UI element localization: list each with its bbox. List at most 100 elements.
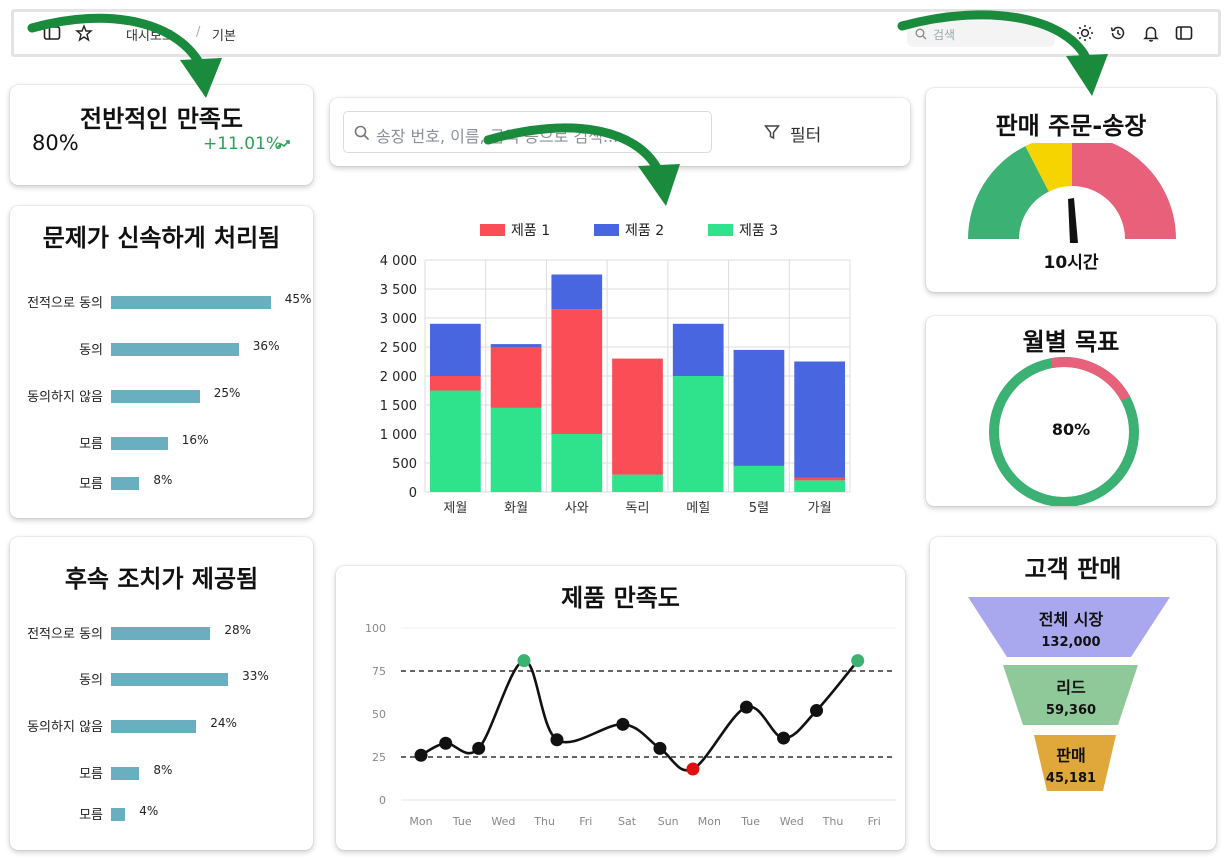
bar-segment[interactable]: [490, 347, 542, 408]
followup-card: 후속 조치가 제공됨 전적으로 동의 28% 동의 33% 동의하지 않음 24% 모름 8%…: [10, 537, 313, 850]
legend-label[interactable]: 제품 3: [739, 223, 778, 239]
data-point[interactable]: [472, 741, 486, 755]
legend-swatch[interactable]: [708, 224, 733, 236]
bar-segment[interactable]: [551, 309, 603, 434]
bar-segment[interactable]: [794, 477, 845, 481]
x-tick-label: Thu: [822, 815, 844, 828]
resolved-row-label: 동의하지 않음: [27, 390, 103, 405]
star-icon[interactable]: [75, 24, 93, 42]
bar-segment[interactable]: [672, 323, 724, 376]
data-point[interactable]: [517, 654, 531, 668]
breadcrumb-parent[interactable]: 대시보드: [126, 25, 174, 44]
bar-segment[interactable]: [672, 376, 724, 492]
followup-row-percent: 24%: [210, 716, 237, 730]
resolved-row-percent: 16%: [181, 433, 209, 447]
followup-row-bar: [111, 720, 197, 733]
resolved-title: 문제가 신속하게 처리됨: [42, 224, 281, 252]
followup-row-bar: [111, 627, 211, 640]
bar-segment[interactable]: [733, 349, 785, 466]
data-point[interactable]: [810, 704, 824, 718]
data-point[interactable]: [739, 700, 753, 714]
legend-swatch[interactable]: [594, 224, 619, 236]
bar-segment[interactable]: [794, 480, 845, 492]
x-tick-label: 메힐: [686, 501, 710, 516]
x-tick-label: Thu: [533, 815, 555, 828]
followup-row: 전적으로 동의 28%: [10, 621, 313, 645]
bar-segment[interactable]: [794, 361, 845, 478]
x-tick-label: Fri: [868, 815, 881, 828]
sales-funnel: 전체 시장 132,000 리드 59,360 판매 45,181: [968, 597, 1170, 791]
panel-icon[interactable]: [1175, 24, 1193, 42]
legend-label[interactable]: 제품 1: [511, 223, 550, 239]
resolved-row-label: 모름: [79, 477, 103, 492]
data-point[interactable]: [777, 731, 791, 745]
monthly-goal-title: 월별 목표: [1022, 328, 1120, 356]
bar-segment[interactable]: [430, 390, 481, 493]
topbar-search-input[interactable]: 검색: [907, 21, 1055, 47]
y-tick-label: 4 000: [380, 254, 417, 269]
resolved-row-bar: [111, 343, 239, 356]
data-point[interactable]: [653, 741, 667, 755]
data-point[interactable]: [414, 748, 428, 762]
bar-segment[interactable]: [612, 358, 663, 475]
bar-segment[interactable]: [612, 474, 663, 492]
followup-row-bar: [111, 808, 126, 821]
x-tick-label: 제월: [443, 501, 467, 516]
product-satisfaction-title: 제품 만족도: [561, 584, 680, 612]
satisfaction-title: 전반적인 만족도: [80, 105, 243, 133]
bar-segment[interactable]: [551, 274, 603, 310]
funnel-stage-value: 45,181: [1046, 771, 1096, 786]
bell-icon[interactable]: [1142, 24, 1160, 42]
y-tick-label: 0: [379, 794, 386, 807]
data-point[interactable]: [550, 733, 564, 747]
followup-row: 동의하지 않음 24%: [10, 714, 313, 738]
sun-icon[interactable]: [1076, 24, 1094, 42]
followup-row-label: 모름: [79, 808, 103, 823]
legend-swatch[interactable]: [480, 224, 505, 236]
sidebar-icon[interactable]: [43, 24, 61, 42]
bar-segment[interactable]: [430, 376, 481, 391]
resolved-row: 모름 8%: [10, 471, 313, 495]
history-icon[interactable]: [1109, 24, 1127, 42]
x-tick-label: Wed: [780, 815, 804, 828]
resolved-row-bar: [111, 390, 200, 403]
bar-segment[interactable]: [733, 465, 785, 492]
bar-segment[interactable]: [430, 323, 481, 376]
trend-up-icon: [276, 140, 290, 149]
funnel-stage-value: 132,000: [1041, 635, 1100, 650]
resolved-card: 문제가 신속하게 처리됨 전적으로 동의 45% 동의 36% 동의하지 않음 25% 모름…: [10, 206, 313, 518]
followup-row: 동의 33%: [10, 667, 313, 691]
y-tick-label: 3 000: [380, 312, 417, 327]
x-tick-label: Mon: [409, 815, 432, 828]
legend-label[interactable]: 제품 2: [625, 223, 664, 239]
product-satisfaction-line-chart: 0 25 50 75 100 Mon Tue Wed Thu Fri Sat Sun Mon Tue Wed…: [365, 622, 896, 828]
x-tick-label: Fri: [579, 815, 592, 828]
resolved-row: 전적으로 동의 45%: [10, 290, 313, 314]
resolved-row-percent: 36%: [252, 339, 280, 353]
followup-row-label: 동의하지 않음: [27, 720, 103, 735]
bar-segment[interactable]: [490, 407, 542, 492]
followup-row-bar: [111, 767, 140, 780]
bar-segment[interactable]: [551, 434, 603, 492]
resolved-row-bar: [111, 437, 168, 450]
resolved-row-bar: [111, 477, 140, 490]
x-tick-label: Tue: [452, 815, 472, 828]
bar-segment[interactable]: [490, 344, 542, 347]
data-point[interactable]: [616, 717, 630, 731]
data-point[interactable]: [686, 762, 700, 776]
resolved-row-percent: 25%: [213, 386, 241, 400]
search-card: 송장 번호, 이름, 금액 등으로 검색... 필터: [330, 98, 910, 166]
data-point[interactable]: [851, 654, 865, 668]
funnel-stage-value: 59,360: [1046, 703, 1096, 718]
followup-row-label: 동의: [79, 673, 103, 688]
funnel-stage-name: 판매: [1056, 746, 1085, 765]
orders-gauge-card: 판매 주문-송장 10시간: [926, 88, 1216, 292]
data-point[interactable]: [439, 736, 453, 750]
x-tick-label: Sat: [618, 815, 637, 828]
gauge-red-segment: [1072, 143, 1176, 239]
invoice-search-input[interactable]: 송장 번호, 이름, 금액 등으로 검색...: [343, 111, 712, 153]
filter-button[interactable]: 필터: [760, 118, 840, 148]
x-tick-label: Tue: [740, 815, 760, 828]
x-tick-label: 화월: [504, 501, 528, 516]
y-tick-label: 75: [372, 665, 386, 678]
